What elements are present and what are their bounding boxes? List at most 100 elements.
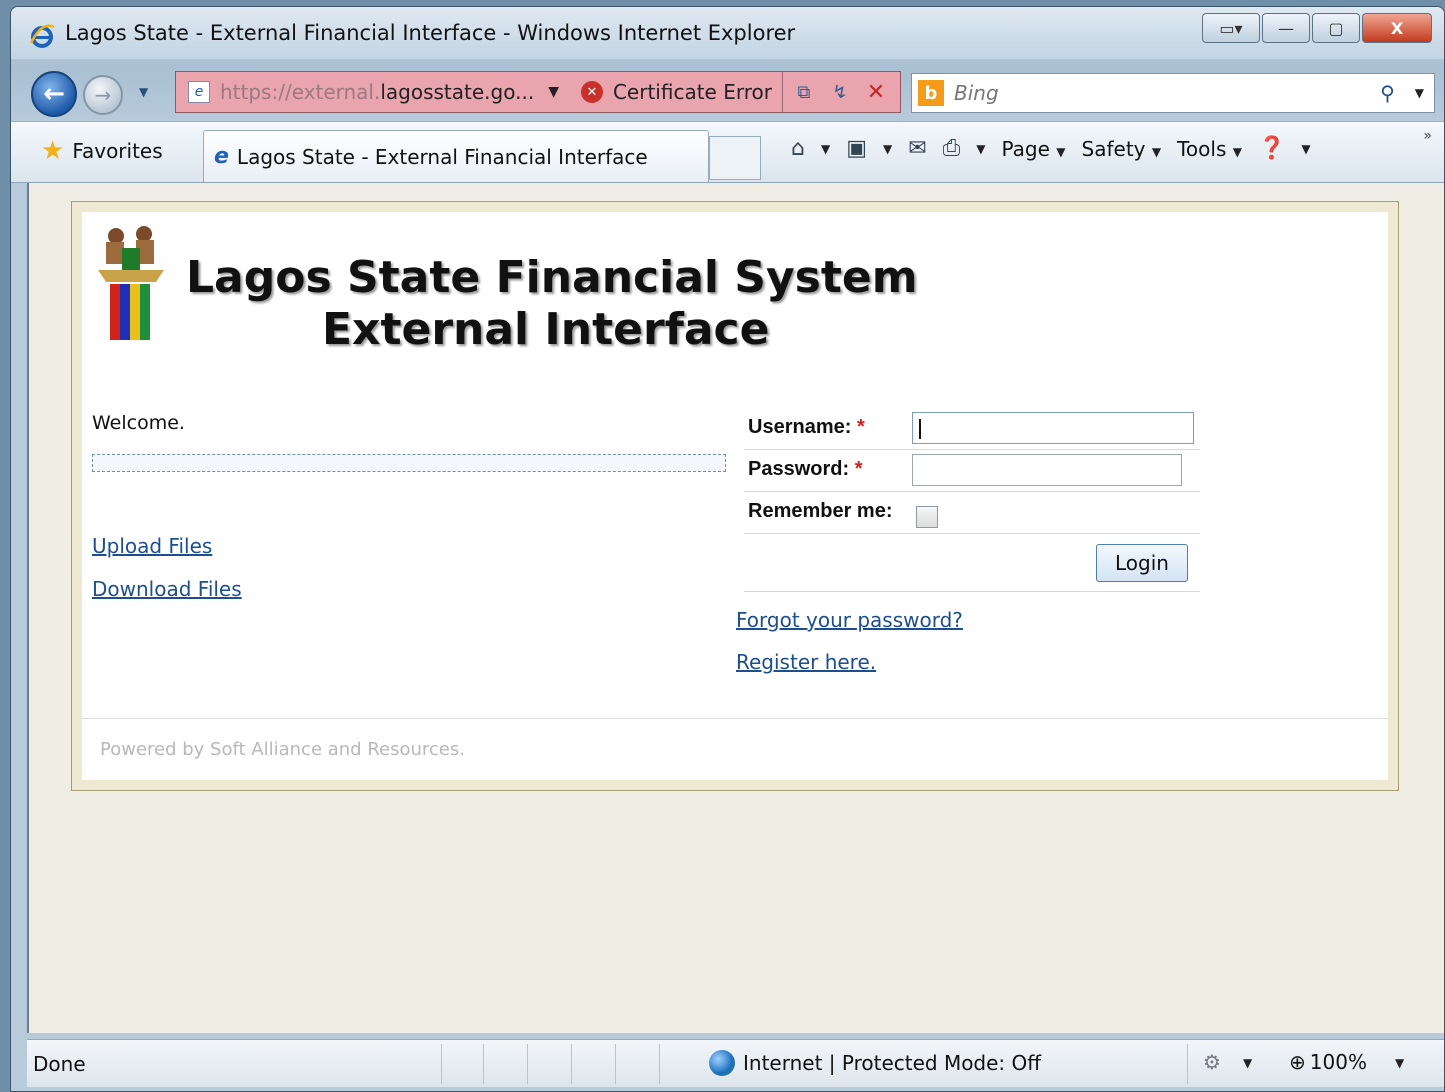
ie-page-icon: e (214, 144, 229, 169)
favorites-button[interactable]: ★ Favorites (41, 136, 163, 166)
security-zone[interactable]: Internet | Protected Mode: Off (709, 1050, 1041, 1076)
divider (615, 1044, 616, 1084)
divider (483, 1044, 484, 1084)
feeds-icon[interactable]: ▣ (846, 136, 867, 161)
stop-icon[interactable]: ✕ (861, 77, 891, 107)
chevron-down-icon: ▼ (1151, 144, 1162, 159)
close-button[interactable]: X (1362, 13, 1432, 43)
divider (527, 1044, 528, 1084)
tools-menu[interactable]: Tools ▼ (1177, 137, 1242, 161)
status-bar: Done Internet | Protected Mode: Off ⚙ ▼ … (27, 1039, 1444, 1087)
ie-logo-icon (29, 24, 55, 48)
search-icon[interactable]: ⚲ (1380, 81, 1395, 105)
chevron-down-icon: ▼ (1232, 144, 1242, 159)
navigation-bar: ← → ▼ e https://external.lagosstate.go..… (11, 59, 1444, 119)
divider (1187, 1044, 1188, 1084)
print-dropdown-icon[interactable]: ▼ (976, 142, 985, 156)
command-buttons: ⌂ ▼ ▣ ▼ ✉ ⎙ ▼ Page ▼ Safety ▼ Tools ▼ ❓ … (791, 136, 1311, 161)
login-button[interactable]: Login (1096, 544, 1188, 582)
feeds-dropdown-icon[interactable]: ▼ (883, 142, 892, 156)
powered-by-text: Powered by Soft Alliance and Resources. (100, 739, 465, 760)
password-input[interactable] (912, 454, 1182, 486)
star-icon: ★ (41, 136, 65, 166)
search-options-dropdown[interactable]: ▼ (1415, 86, 1424, 100)
certificate-error-label[interactable]: Certificate Error (613, 80, 772, 104)
title-bar: Lagos State - External Financial Interfa… (11, 7, 1444, 59)
lagos-state-crest-logo (98, 226, 164, 340)
content-inner: Lagos State Financial System External In… (82, 212, 1388, 780)
upload-files-link[interactable]: Upload Files (92, 534, 212, 558)
url-text[interactable]: https://external.lagosstate.go... (220, 80, 534, 104)
zoom-dropdown-icon[interactable]: ▼ (1395, 1056, 1404, 1070)
required-mark: * (854, 458, 863, 480)
status-text: Done (33, 1052, 86, 1076)
divider (781, 72, 783, 112)
forward-button[interactable]: → (83, 75, 123, 115)
tab-active[interactable]: e Lagos State - External Financial Inter… (203, 130, 709, 182)
text-cursor (919, 419, 921, 439)
help-dropdown-icon[interactable]: ▼ (1301, 142, 1310, 156)
mail-icon[interactable]: ✉ (908, 136, 926, 161)
download-files-link[interactable]: Download Files (92, 577, 242, 601)
remember-me-label: Remember me: (748, 500, 893, 522)
window-controls: ▭▾ — ▢ X (1202, 13, 1432, 43)
zone-label: Internet | Protected Mode: Off (743, 1051, 1042, 1075)
tab-label: Lagos State - External Financial Interfa… (236, 144, 648, 169)
search-placeholder[interactable]: Bing (954, 81, 1380, 105)
page-viewport: Lagos State Financial System External In… (27, 183, 1444, 1033)
page-menu[interactable]: Page ▼ (1002, 137, 1066, 161)
safety-menu[interactable]: Safety ▼ (1082, 137, 1162, 161)
required-mark: * (856, 416, 865, 438)
content-panel: Lagos State Financial System External In… (71, 201, 1399, 791)
home-icon[interactable]: ⌂ (791, 136, 805, 161)
more-commands-icon[interactable]: » (1423, 128, 1432, 144)
username-input[interactable] (912, 412, 1194, 444)
back-button[interactable]: ← (31, 71, 77, 117)
password-row: Password: * (744, 450, 1200, 492)
address-bar[interactable]: e https://external.lagosstate.go... ▼ ✕ … (175, 71, 901, 113)
login-button-row: Login (744, 534, 1200, 592)
username-label: Username: * (748, 416, 865, 438)
page-heading: Lagos State Financial System External In… (186, 252, 918, 356)
home-dropdown-icon[interactable]: ▼ (821, 142, 830, 156)
bing-logo-icon: b (918, 80, 944, 106)
recent-pages-dropdown[interactable]: ▼ (139, 85, 148, 99)
zoom-icon: ⊕ (1289, 1050, 1306, 1074)
divider (441, 1044, 442, 1084)
help-icon[interactable]: ❓ (1258, 136, 1285, 161)
print-icon[interactable]: ⎙ (943, 136, 961, 161)
heading-line-1: Lagos State Financial System (186, 252, 918, 303)
minimize-button[interactable]: — (1262, 13, 1310, 43)
settings-dropdown-icon[interactable]: ▼ (1243, 1056, 1252, 1070)
welcome-text: Welcome. (92, 412, 185, 434)
register-link[interactable]: Register here. (736, 650, 876, 674)
remember-me-checkbox[interactable] (916, 506, 938, 528)
divider (659, 1044, 660, 1084)
zoom-control[interactable]: ⊕ 100% (1289, 1050, 1367, 1074)
browser-window: Lagos State - External Financial Interfa… (10, 6, 1445, 1092)
address-dropdown-icon[interactable]: ▼ (548, 84, 559, 100)
forgot-password-link[interactable]: Forgot your password? (736, 608, 963, 632)
globe-icon (709, 1050, 735, 1076)
divider (571, 1044, 572, 1084)
new-tab-button[interactable] (709, 136, 761, 180)
window-title: Lagos State - External Financial Interfa… (65, 21, 796, 45)
compat-view-icon[interactable]: ⧉ (789, 77, 819, 107)
certificate-error-icon[interactable]: ✕ (580, 81, 603, 103)
password-label: Password: * (748, 458, 863, 480)
maximize-button[interactable]: ▢ (1312, 13, 1360, 43)
remember-row: Remember me: (744, 492, 1200, 534)
page-footer: Powered by Soft Alliance and Resources. (82, 718, 1388, 780)
command-bar: ★ Favorites e Lagos State - External Fin… (11, 121, 1444, 183)
login-form: Username: * Password: * Remember me: Log… (744, 408, 1200, 592)
page-icon: e (188, 81, 210, 103)
favorites-label: Favorites (72, 139, 163, 163)
refresh-icon[interactable]: ↯ (825, 77, 855, 107)
lock-settings-icon[interactable]: ⚙ (1203, 1050, 1221, 1074)
compat-view-button[interactable]: ▭▾ (1202, 13, 1260, 43)
search-box[interactable]: b Bing ⚲ ▼ (911, 73, 1435, 113)
back-arrow-icon: ← (43, 79, 65, 109)
username-row: Username: * (744, 408, 1200, 450)
chevron-down-icon: ▼ (1056, 144, 1066, 159)
zoom-level: 100% (1309, 1050, 1367, 1074)
